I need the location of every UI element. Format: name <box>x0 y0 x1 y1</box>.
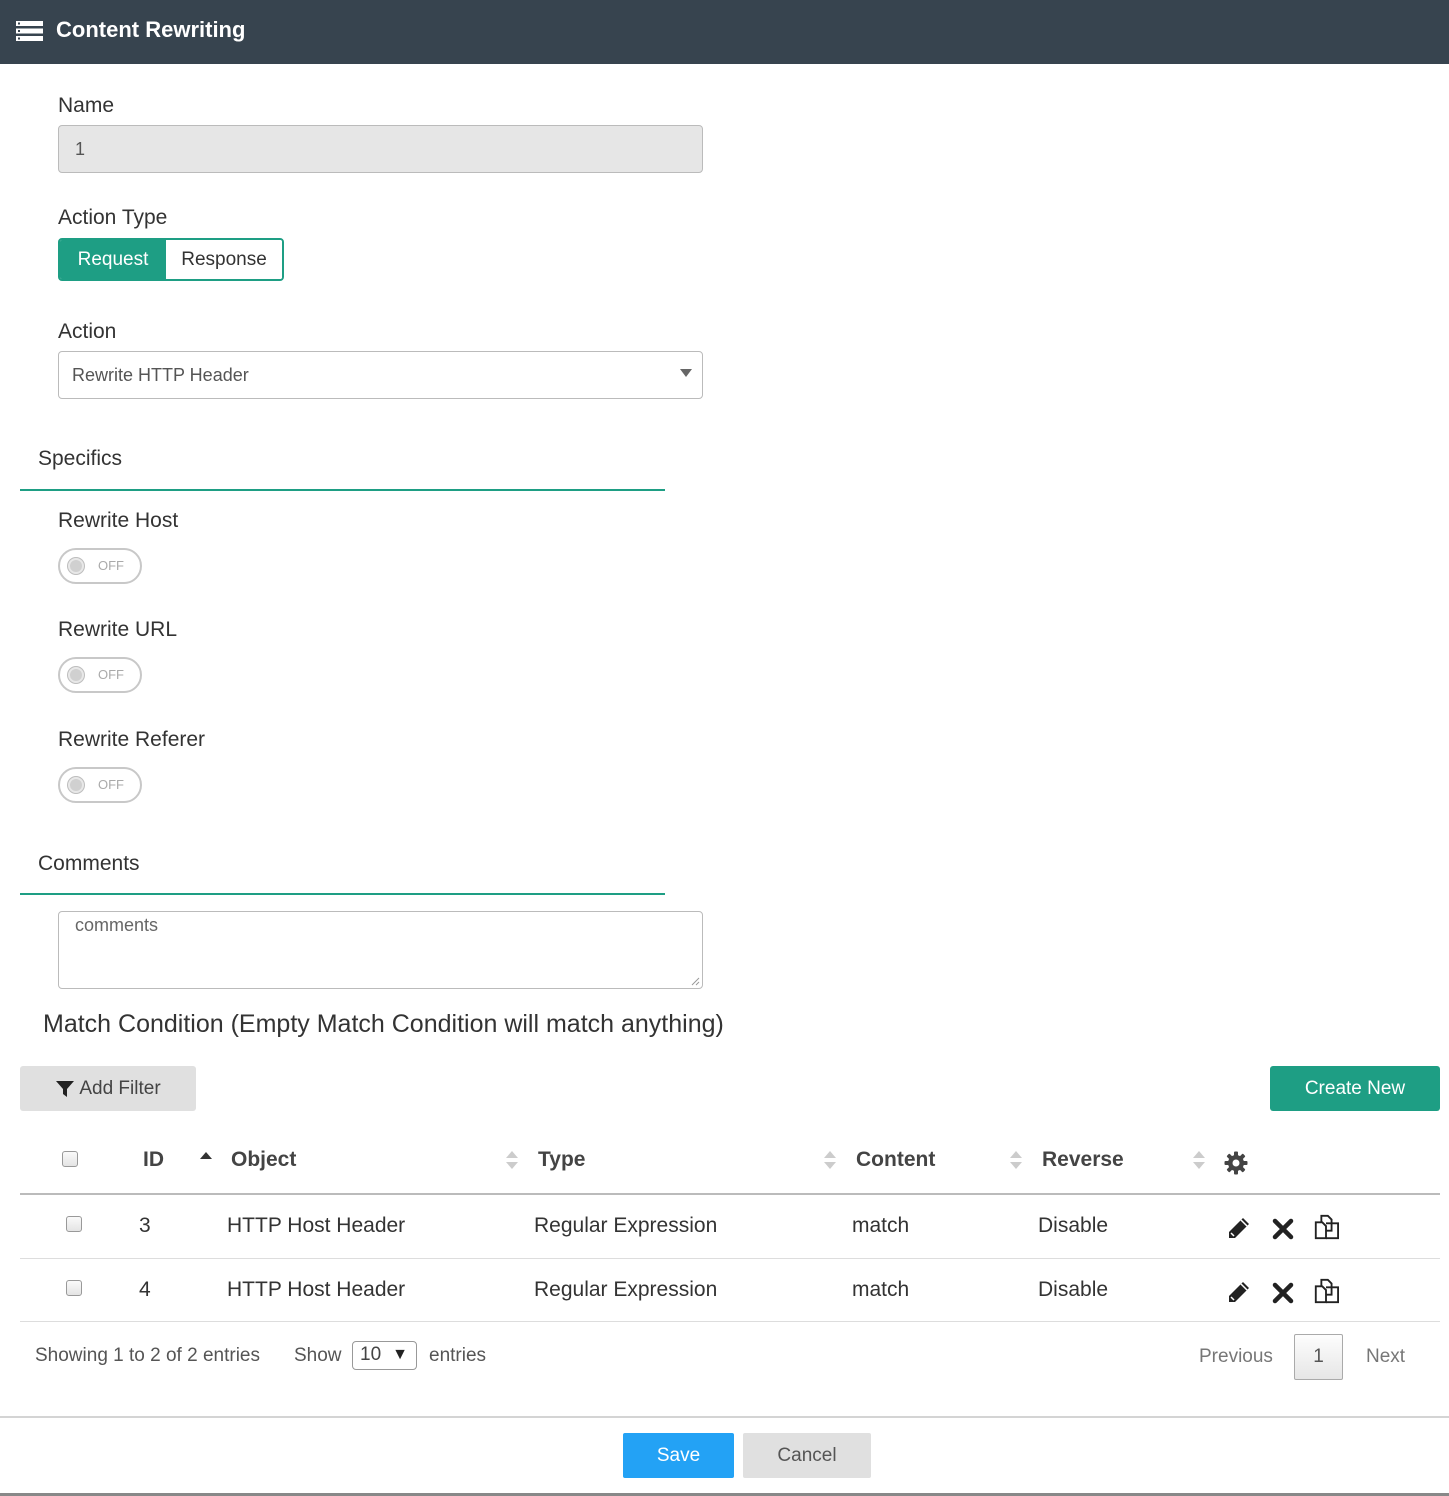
action-select-value: Rewrite HTTP Header <box>72 365 249 385</box>
add-filter-label: Add Filter <box>79 1077 161 1099</box>
copy-icon[interactable] <box>1313 1214 1339 1240</box>
sort-both-icon[interactable] <box>1009 1150 1023 1170</box>
pager-previous[interactable]: Previous <box>1199 1346 1273 1368</box>
caret-down-icon <box>680 369 692 377</box>
entries-label: entries <box>429 1345 487 1366</box>
row-object: HTTP Host Header <box>227 1214 406 1237</box>
sort-both-icon[interactable] <box>505 1150 519 1170</box>
save-button[interactable]: Save <box>623 1433 734 1478</box>
edit-pencil-icon[interactable] <box>1226 1279 1252 1305</box>
action-type-request-button[interactable]: Request <box>60 240 166 279</box>
specifics-divider <box>20 489 665 491</box>
row-checkbox[interactable] <box>66 1216 82 1232</box>
row-reverse: Disable <box>1038 1278 1109 1301</box>
action-type-label: Action Type <box>58 206 168 229</box>
create-new-button[interactable]: Create New <box>1270 1066 1440 1111</box>
table-info: Showing 1 to 2 of 2 entries <box>35 1345 260 1366</box>
filter-icon <box>56 1080 75 1097</box>
match-condition-title: Match Condition (Empty Match Condition w… <box>43 1010 724 1038</box>
list-menu-icon <box>16 21 43 41</box>
toggle-state-text: OFF <box>98 667 124 682</box>
title-bar: Content Rewriting <box>0 0 1449 64</box>
delete-x-icon[interactable] <box>1270 1280 1296 1306</box>
name-input[interactable]: 1 <box>58 125 703 173</box>
caret-down-icon: ▼ <box>392 1346 408 1363</box>
name-label: Name <box>58 94 115 117</box>
table-header-divider <box>20 1193 1440 1195</box>
row-reverse: Disable <box>1038 1214 1109 1237</box>
gear-icon[interactable] <box>1224 1151 1248 1175</box>
row-id: 4 <box>139 1278 151 1301</box>
row-id: 3 <box>139 1214 151 1237</box>
sort-both-icon[interactable] <box>823 1150 837 1170</box>
action-label: Action <box>58 320 117 343</box>
row-content: match <box>852 1214 910 1237</box>
action-type-segmented-control: Request Response <box>58 238 284 281</box>
rewrite-host-label: Rewrite Host <box>58 509 179 532</box>
page-title: Content Rewriting <box>56 17 246 42</box>
column-header-type[interactable]: Type <box>538 1148 585 1172</box>
row-content: match <box>852 1278 910 1301</box>
rewrite-referer-toggle[interactable]: OFF <box>58 767 142 803</box>
rewrite-url-toggle[interactable]: OFF <box>58 657 142 693</box>
sort-both-icon[interactable] <box>1192 1150 1206 1170</box>
comments-textarea[interactable]: comments <box>58 911 703 989</box>
show-label: Show <box>294 1345 342 1366</box>
sort-ascending-icon[interactable] <box>199 1150 213 1170</box>
toggle-state-text: OFF <box>98 558 124 573</box>
rewrite-host-toggle[interactable]: OFF <box>58 548 142 584</box>
rewrite-referer-label: Rewrite Referer <box>58 728 206 751</box>
comments-section-title: Comments <box>38 852 140 875</box>
resize-grip-icon[interactable] <box>690 976 700 986</box>
comments-placeholder: comments <box>75 915 159 935</box>
delete-x-icon[interactable] <box>1270 1216 1296 1242</box>
action-select[interactable]: Rewrite HTTP Header <box>58 351 703 399</box>
specifics-section-title: Specifics <box>38 447 123 470</box>
cancel-button[interactable]: Cancel <box>743 1433 871 1478</box>
edit-pencil-icon[interactable] <box>1226 1215 1252 1241</box>
row-divider <box>20 1258 1440 1259</box>
rewrite-url-label: Rewrite URL <box>58 618 178 641</box>
comments-divider <box>20 893 665 895</box>
column-header-content[interactable]: Content <box>856 1148 935 1172</box>
row-divider <box>20 1321 1440 1322</box>
footer-divider <box>0 1416 1449 1418</box>
page-size-select[interactable]: 10 ▼ <box>352 1341 417 1370</box>
column-header-object[interactable]: Object <box>231 1148 296 1172</box>
add-filter-button[interactable]: Add Filter <box>20 1066 196 1111</box>
toggle-state-text: OFF <box>98 777 124 792</box>
copy-icon[interactable] <box>1313 1278 1339 1304</box>
pager-page-1[interactable]: 1 <box>1294 1334 1343 1380</box>
column-header-reverse[interactable]: Reverse <box>1042 1148 1124 1172</box>
select-all-checkbox[interactable] <box>62 1151 78 1167</box>
toggle-knob <box>68 667 84 683</box>
page-size-value: 10 <box>360 1344 382 1365</box>
toggle-knob <box>68 777 84 793</box>
row-type: Regular Expression <box>534 1214 718 1237</box>
toggle-knob <box>68 558 84 574</box>
row-object: HTTP Host Header <box>227 1278 406 1301</box>
row-type: Regular Expression <box>534 1278 718 1301</box>
pager-next[interactable]: Next <box>1366 1346 1405 1368</box>
action-type-response-button[interactable]: Response <box>166 240 282 279</box>
column-header-id[interactable]: ID <box>143 1148 164 1172</box>
row-checkbox[interactable] <box>66 1280 82 1296</box>
